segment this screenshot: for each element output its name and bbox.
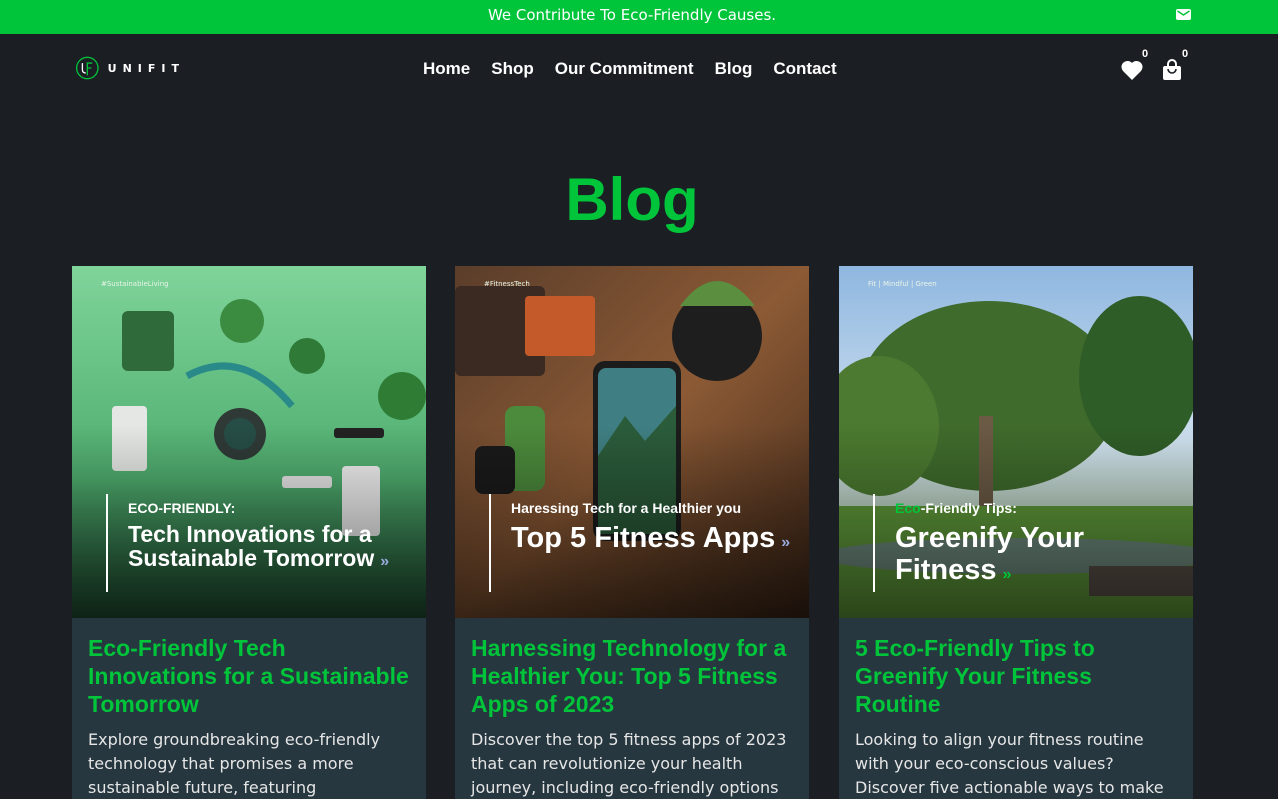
logo-text: UNIFIT — [107, 61, 185, 75]
double-chevron-icon: » — [380, 553, 390, 570]
wishlist-button[interactable]: 0 — [1120, 48, 1148, 83]
image-tag: Fit | Mindful | Green — [868, 280, 937, 288]
blog-card-image[interactable]: Fit | Mindful | Green Eco-Friendly Tips:… — [839, 266, 1193, 618]
nav-contact[interactable]: Contact — [773, 57, 836, 81]
image-overlay: ECO-FRIENDLY: Tech Innovations for a Sus… — [106, 494, 426, 592]
overlay-title: Tech Innovations for a Sustainable Tomor… — [128, 522, 426, 574]
overlay-kicker: Haressing Tech for a Healthier you — [511, 500, 742, 516]
blog-card[interactable]: #SustainableLiving ECO-FRIENDLY: Tech In… — [72, 266, 426, 799]
blog-card-title[interactable]: Harnessing Technology for a Healthier Yo… — [471, 634, 793, 718]
blog-card-title[interactable]: 5 Eco-Friendly Tips to Greenify Your Fit… — [855, 634, 1177, 718]
logo-mark-icon — [75, 56, 99, 80]
overlay-title-text: Greenify Your Fitness — [895, 522, 1085, 586]
wishlist-count: 0 — [1142, 48, 1149, 60]
overlay-kicker-text: -Friendly Tips: — [920, 500, 1017, 516]
blog-card-image[interactable]: #SustainableLiving ECO-FRIENDLY: Tech In… — [72, 266, 426, 618]
nav-our-commitment[interactable]: Our Commitment — [555, 57, 694, 81]
cart-count: 0 — [1182, 48, 1189, 60]
cart-button[interactable]: 0 — [1160, 48, 1188, 83]
heart-icon — [1121, 60, 1143, 80]
blog-card-image[interactable]: #FitnessTech Haressing Tech for a Health… — [455, 266, 809, 618]
mail-icon[interactable] — [1176, 9, 1191, 20]
overlay-kicker: Eco-Friendly Tips: — [895, 500, 1193, 516]
blog-card-excerpt: Discover the top 5 fitness apps of 2023 … — [471, 730, 787, 797]
blog-card[interactable]: Fit | Mindful | Green Eco-Friendly Tips:… — [839, 266, 1193, 799]
page-title: Blog — [565, 166, 699, 233]
image-tag: #SustainableLiving — [101, 280, 169, 288]
image-overlay: Eco-Friendly Tips: Greenify Your Fitness… — [873, 494, 1193, 592]
double-chevron-icon: » — [1002, 566, 1012, 583]
blog-card-title[interactable]: Eco-Friendly Tech Innovations for a Sust… — [88, 634, 410, 718]
image-tag: #FitnessTech — [484, 280, 530, 288]
overlay-title: Top 5 Fitness Apps » — [511, 522, 790, 559]
nav-shop[interactable]: Shop — [491, 57, 534, 81]
nav-blog[interactable]: Blog — [715, 57, 753, 81]
blog-card-excerpt: Looking to align your fitness routine wi… — [855, 730, 1164, 797]
blog-card-excerpt: Explore groundbreaking eco-friendly tech… — [88, 730, 381, 797]
overlay-title: Greenify Your Fitness» — [895, 522, 1193, 591]
double-chevron-icon: » — [781, 534, 791, 551]
overlay-title-text: Top 5 Fitness Apps — [511, 522, 776, 554]
announcement-bar: We Contribute To Eco-Friendly Causes. — [0, 0, 1278, 34]
overlay-title-text: Tech Innovations for a Sustainable Tomor… — [128, 521, 375, 571]
announcement-text: We Contribute To Eco-Friendly Causes. — [487, 6, 777, 24]
overlay-kicker-accent: Eco — [895, 500, 921, 516]
main-nav: Home Shop Our Commitment Blog Contact — [423, 57, 858, 81]
blog-card[interactable]: #FitnessTech Haressing Tech for a Health… — [455, 266, 809, 799]
nav-home[interactable]: Home — [423, 57, 470, 81]
image-overlay: Haressing Tech for a Healthier you Top 5… — [489, 494, 790, 592]
shopping-bag-icon — [1163, 59, 1181, 80]
overlay-kicker: ECO-FRIENDLY: — [128, 500, 236, 516]
site-logo[interactable]: UNIFIT — [75, 52, 185, 84]
